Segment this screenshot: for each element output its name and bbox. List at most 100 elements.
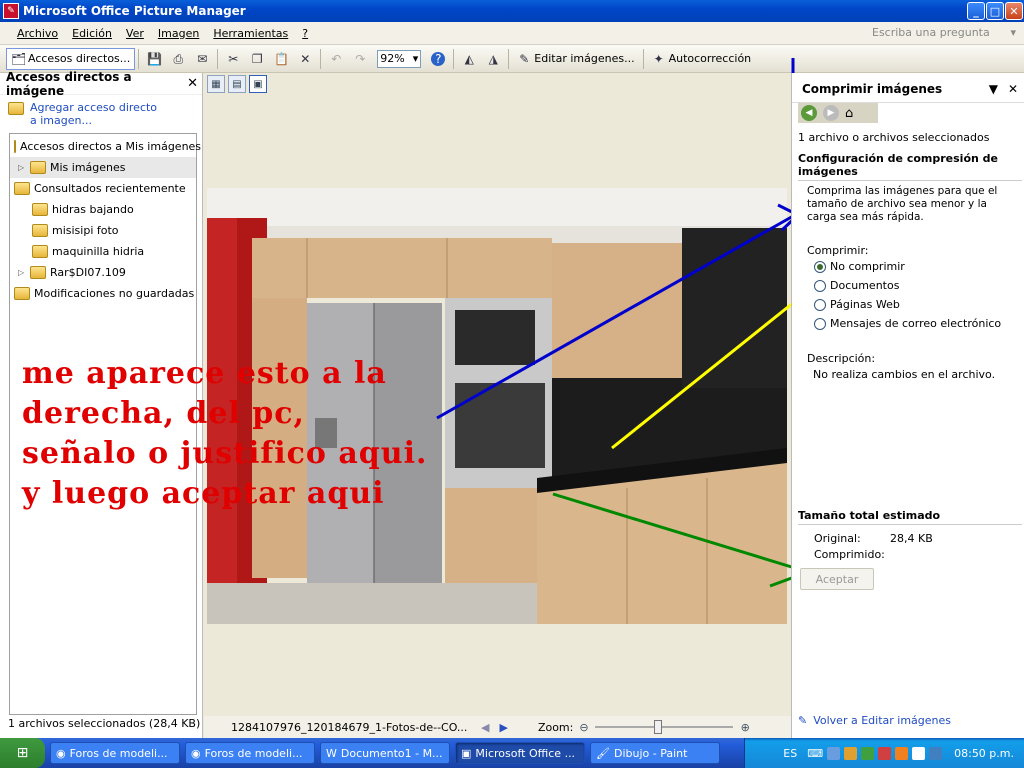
menu-help[interactable]: ? xyxy=(295,27,315,40)
zoom-in-icon[interactable]: ⊕ xyxy=(741,721,750,734)
forward-icon[interactable]: ▶ xyxy=(823,105,839,121)
rotate-right-button[interactable]: ◮ xyxy=(481,48,505,70)
copy-button[interactable]: ❐ xyxy=(245,48,269,70)
close-icon[interactable]: ✕ xyxy=(1008,82,1018,96)
folder-icon xyxy=(32,245,48,258)
paste-icon: 📋 xyxy=(274,51,290,66)
close-icon[interactable]: ✕ xyxy=(187,76,198,91)
tree-item-folder[interactable]: misisipi foto xyxy=(10,220,196,241)
radio-button[interactable] xyxy=(814,317,826,330)
tree-item-folder[interactable]: ▷ Rar$DI07.109 xyxy=(10,262,196,283)
image-status-bar: 1284107976_120184679_1-Fotos-de--CO... ◀… xyxy=(204,716,791,738)
accept-button[interactable]: Aceptar xyxy=(800,568,874,590)
menu-herramientas[interactable]: Herramientas xyxy=(206,27,295,40)
add-shortcut-link[interactable]: Agregar acceso directo a imagen... xyxy=(0,95,202,133)
view-mode-buttons: ▦ ▤ ▣ xyxy=(207,75,267,93)
cut-icon: ✂ xyxy=(228,51,239,66)
zoom-out-icon[interactable]: ⊖ xyxy=(579,721,588,734)
security-icon[interactable] xyxy=(878,746,892,760)
save-button[interactable]: 💾 xyxy=(142,48,166,70)
home-icon[interactable]: ⌂ xyxy=(845,106,853,121)
tree-item-recent[interactable]: Consultados recientemente xyxy=(10,178,196,199)
option-label: No comprimir xyxy=(830,260,905,273)
browser-icon: ◉ xyxy=(191,746,201,760)
cut-button[interactable]: ✂ xyxy=(221,48,245,70)
pane-menu-icon[interactable]: ▼ xyxy=(989,82,998,96)
selection-status: 1 archivos seleccionados (28,4 KB) xyxy=(8,717,201,730)
toolbar-separator xyxy=(217,48,219,69)
network-icon[interactable] xyxy=(827,746,841,760)
tree-item-folder[interactable]: hidras bajando xyxy=(10,199,196,220)
filmstrip-view-button[interactable]: ▤ xyxy=(228,75,246,93)
zoom-select[interactable]: 92% ▾ xyxy=(372,48,426,70)
single-view-button[interactable]: ▣ xyxy=(249,75,267,93)
close-button[interactable]: ✕ xyxy=(1005,2,1023,20)
option-email[interactable]: Mensajes de correo electrónico xyxy=(814,317,1001,330)
help-button[interactable]: ? xyxy=(426,48,450,70)
rotate-left-button[interactable]: ◭ xyxy=(457,48,481,70)
edit-images-button[interactable]: ✎ Editar imágenes... xyxy=(512,48,639,70)
toolbar-separator xyxy=(320,48,322,69)
radio-button[interactable] xyxy=(814,279,826,292)
compress-pane-header: Comprimir imágenes ▼ ✕ xyxy=(792,75,1024,103)
task-button[interactable]: ▣ Microsoft Office ... xyxy=(455,742,585,764)
option-documents[interactable]: Documentos xyxy=(814,279,899,292)
add-shortcut-label: Agregar acceso directo a imagen... xyxy=(30,101,158,127)
print-button[interactable]: ⎙ xyxy=(166,48,190,70)
paste-button[interactable]: 📋 xyxy=(269,48,293,70)
task-button[interactable]: 🖌 Dibujo - Paint xyxy=(590,742,720,764)
language-indicator[interactable]: ES xyxy=(783,747,797,760)
update-icon[interactable] xyxy=(912,746,926,760)
radio-button[interactable] xyxy=(814,260,826,273)
task-button[interactable]: W Documento1 - M... xyxy=(320,742,450,764)
delete-button[interactable]: ✕ xyxy=(293,48,317,70)
back-to-edit-link[interactable]: ✎ Volver a Editar imágenes xyxy=(798,714,951,727)
menu-imagen[interactable]: Imagen xyxy=(151,27,206,40)
annotation-line-4: y luego aceptar aqui xyxy=(22,476,385,511)
maximize-button[interactable]: □ xyxy=(986,2,1004,20)
task-button[interactable]: ◉ Foros de modeli... xyxy=(185,742,315,764)
compressed-size-label: Comprimido: xyxy=(814,548,885,561)
keyboard-icon[interactable]: ⌨ xyxy=(807,747,823,760)
compress-label: Comprimir: xyxy=(807,244,869,257)
start-button[interactable]: ⊞ xyxy=(0,738,45,768)
tree-item-unsaved[interactable]: Modificaciones no guardadas xyxy=(10,283,196,304)
edit-pictures-icon: ✎ xyxy=(798,714,808,727)
folder-icon xyxy=(32,224,48,237)
option-web-pages[interactable]: Páginas Web xyxy=(814,298,900,311)
back-icon[interactable]: ◀ xyxy=(801,105,817,121)
menu-ver[interactable]: Ver xyxy=(119,27,151,40)
menu-edicion[interactable]: Edición xyxy=(65,27,119,40)
previous-image-icon[interactable]: ◀ xyxy=(481,721,489,734)
tree-item-my-pictures[interactable]: ▷ Mis imágenes xyxy=(10,157,196,178)
ask-question-box[interactable]: Escriba una pregunta ▾ xyxy=(872,26,1020,42)
shortcuts-button[interactable]: 🗂 Accesos directos... xyxy=(6,47,136,70)
bluetooth-icon[interactable] xyxy=(929,746,943,760)
next-image-icon[interactable]: ▶ xyxy=(499,721,507,734)
radio-button[interactable] xyxy=(814,298,826,311)
autocorrect-button[interactable]: ✦ Autocorrección xyxy=(647,48,757,70)
send-button[interactable]: ✉ xyxy=(190,48,214,70)
menu-archivo[interactable]: Archivo xyxy=(10,27,65,40)
title-bar[interactable]: ✎ Microsoft Office Picture Manager _ □ ✕ xyxy=(0,0,1024,22)
clock: 08:50 p.m. xyxy=(954,746,1014,760)
zoom-slider-thumb[interactable] xyxy=(653,720,662,734)
tree-item-shortcuts[interactable]: Accesos directos a Mis imágenes xyxy=(10,136,201,157)
tree-item-folder[interactable]: maquinilla hidria xyxy=(10,241,196,262)
zoom-slider[interactable] xyxy=(594,720,733,734)
messenger-icon[interactable] xyxy=(895,746,909,760)
minimize-button[interactable]: _ xyxy=(967,2,985,20)
undo-button[interactable]: ↶ xyxy=(324,48,348,70)
option-no-compress[interactable]: No comprimir xyxy=(814,260,905,273)
annotation-line-2: derecha, del pc, xyxy=(22,396,305,431)
expand-icon[interactable]: ▷ xyxy=(18,268,26,277)
antivirus-icon[interactable] xyxy=(861,746,875,760)
compress-pane-title: Comprimir imágenes xyxy=(802,81,943,96)
menu-bar: Archivo Edición Ver Imagen Herramientas … xyxy=(0,22,1024,45)
thumbnail-view-button[interactable]: ▦ xyxy=(207,75,225,93)
tree-item-label: Consultados recientemente xyxy=(34,182,186,195)
volume-icon[interactable] xyxy=(844,746,858,760)
redo-button[interactable]: ↷ xyxy=(348,48,372,70)
task-button[interactable]: ◉ Foros de modeli... xyxy=(50,742,180,764)
expand-icon[interactable]: ▷ xyxy=(18,163,26,172)
